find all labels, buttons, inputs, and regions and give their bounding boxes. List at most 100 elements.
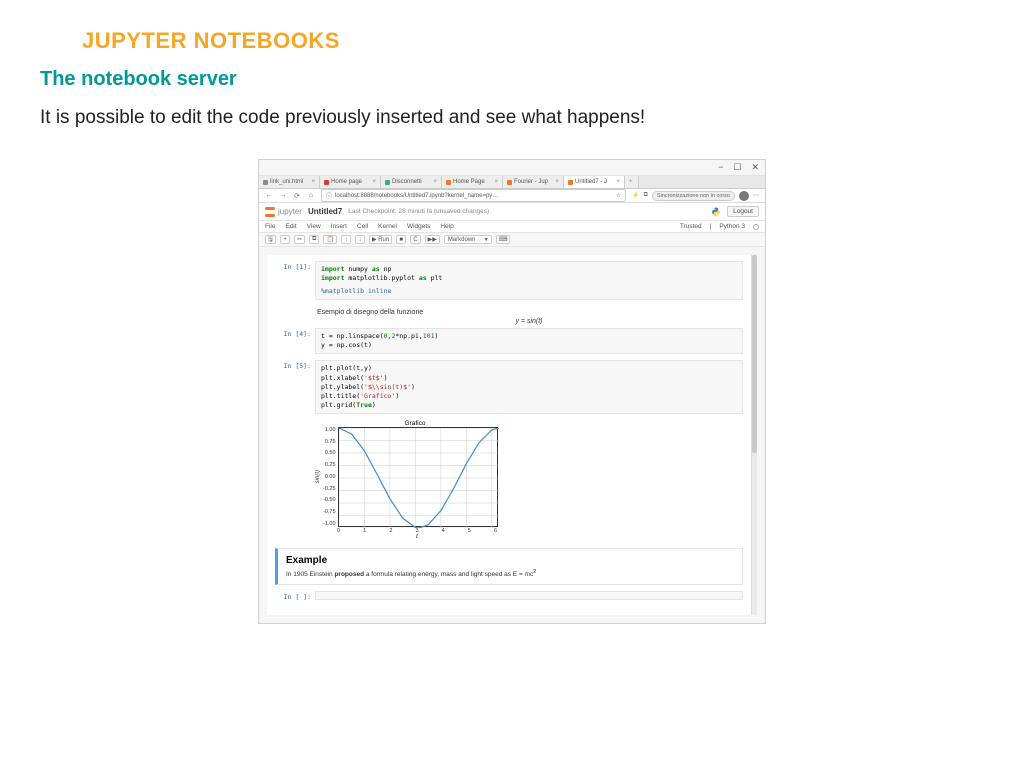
- code-input[interactable]: t = np.linspace(0,2*np.pi,101) y = np.co…: [315, 328, 743, 354]
- scroll-thumb[interactable]: [752, 255, 757, 453]
- reader-icon[interactable]: ⧉: [644, 192, 648, 199]
- more-icon[interactable]: ⋯: [753, 192, 759, 199]
- sync-status[interactable]: Sincronizzazione non in corso: [652, 191, 735, 201]
- maximize-icon[interactable]: ☐: [733, 162, 741, 173]
- save-button[interactable]: 🖫: [265, 235, 276, 244]
- back-button[interactable]: ←: [265, 192, 273, 200]
- menu-kernel[interactable]: Kernel: [378, 223, 397, 230]
- menu-help[interactable]: Help: [440, 223, 453, 230]
- url-text: localhost:8888/notebooks/Untitled7.ipynb…: [335, 193, 498, 199]
- celltype-select[interactable]: Markdown ▾: [444, 235, 492, 244]
- input-prompt: In [4]:: [275, 328, 315, 338]
- equation: y = sin(t): [317, 318, 741, 325]
- stop-button[interactable]: ■: [396, 235, 406, 244]
- jupyter-wordmark: jupyter: [278, 207, 302, 216]
- run-button[interactable]: ▶ Run: [369, 235, 392, 244]
- cut-button[interactable]: ✂: [294, 235, 305, 244]
- close-icon[interactable]: ✕: [751, 162, 759, 173]
- menu-file[interactable]: File: [265, 223, 275, 230]
- copy-button[interactable]: ⧉: [309, 235, 319, 244]
- notebook-body: In [1]: import numpy as np import matplo…: [259, 247, 765, 623]
- plot-area: [338, 427, 498, 527]
- url-input[interactable]: ⓘ localhost:8888/notebooks/Untitled7.ipy…: [321, 189, 626, 202]
- browser-window: − ☐ ✕ link_uni.html × Home page × Disconne…: [258, 159, 766, 624]
- add-cell-button[interactable]: +: [280, 235, 290, 244]
- tab-label: Fourier - Jup: [514, 179, 548, 185]
- notebook-toolbar: 🖫 + ✂ ⧉ 📋 ↑ ↓ ▶ Run ■ C ▶▶ Markdown ▾ ⌨: [259, 233, 765, 247]
- tab-close-icon[interactable]: ×: [433, 179, 437, 185]
- slide-subheading: The notebook server: [40, 68, 984, 91]
- python-icon: [711, 207, 721, 217]
- tab-label: Home Page: [453, 179, 485, 185]
- input-prompt: In [5]:: [275, 360, 315, 370]
- checkpoint-status: Last Checkpoint: 28 minuti fa (unsaved c…: [348, 208, 489, 215]
- chevron-down-icon: ▾: [485, 236, 488, 243]
- run-all-button[interactable]: ▶▶: [425, 235, 440, 244]
- avatar[interactable]: [739, 191, 749, 201]
- y-axis-label: sin(t): [315, 470, 321, 483]
- home-button[interactable]: ⌂: [307, 192, 315, 200]
- scrollbar[interactable]: [751, 255, 757, 615]
- kernel-name[interactable]: Python 3: [719, 223, 745, 230]
- tab-disconnetti[interactable]: Disconnetti ×: [381, 176, 442, 188]
- code-cell[interactable]: In [4]: t = np.linspace(0,2*np.pi,101) y…: [275, 328, 743, 354]
- command-palette-button[interactable]: ⌨: [496, 235, 511, 244]
- minimize-icon[interactable]: −: [718, 162, 723, 173]
- kernel-indicator-icon: [753, 224, 759, 230]
- move-up-button[interactable]: ↑: [341, 235, 351, 244]
- tab-close-icon[interactable]: ×: [555, 179, 559, 185]
- tab-label: Disconnetti: [392, 179, 422, 185]
- tab-close-icon[interactable]: ×: [494, 179, 498, 185]
- code-input[interactable]: import numpy as np import matplotlib.pyp…: [315, 261, 743, 300]
- forward-button[interactable]: →: [279, 192, 287, 200]
- trusted-label: Trusted: [680, 223, 702, 230]
- code-cell[interactable]: In [ ]:: [275, 591, 743, 601]
- notebook-menubar: File Edit View Insert Cell Kernel Widget…: [259, 221, 765, 233]
- menu-insert[interactable]: Insert: [331, 223, 347, 230]
- input-prompt: In [1]:: [275, 261, 315, 271]
- logout-button[interactable]: Logout: [727, 206, 759, 217]
- tab-link-uni[interactable]: link_uni.html ×: [259, 176, 320, 188]
- new-tab-button[interactable]: +: [625, 176, 639, 188]
- slide-title: JUPYTER NOTEBOOKS: [82, 28, 984, 54]
- star-icon[interactable]: ☆: [616, 192, 621, 199]
- tab-untitled7[interactable]: Untitled7 - J ×: [564, 176, 625, 188]
- notebook-header: jupyter Untitled7 Last Checkpoint: 28 mi…: [259, 203, 765, 221]
- paste-button[interactable]: 📋: [323, 235, 336, 244]
- move-down-button[interactable]: ↓: [355, 235, 365, 244]
- menu-cell[interactable]: Cell: [357, 223, 368, 230]
- tab-home-page-1[interactable]: Home page ×: [320, 176, 381, 188]
- code-cell[interactable]: In [1]: import numpy as np import matplo…: [275, 261, 743, 300]
- menu-view[interactable]: View: [307, 223, 321, 230]
- bookmark-icon[interactable]: ⚡: [632, 192, 639, 199]
- tab-label: Home page: [331, 179, 362, 185]
- chart-title: Grafico: [335, 420, 495, 427]
- markdown-output: Esempio di disegno della funzione y = si…: [315, 306, 743, 328]
- tab-fourier[interactable]: Fourier - Jup ×: [503, 176, 564, 188]
- md-text: Esempio di disegno della funzione: [317, 309, 741, 316]
- menu-widgets[interactable]: Widgets: [407, 223, 430, 230]
- info-icon: ⓘ: [326, 191, 332, 200]
- input-prompt: In [ ]:: [275, 591, 315, 601]
- markdown-cell-editing[interactable]: Example In 1905 Einstein proposed a form…: [275, 548, 743, 585]
- slide-body-text: It is possible to edit the code previous…: [40, 107, 984, 129]
- celltype-value: Markdown: [448, 237, 476, 243]
- jupyter-logo[interactable]: jupyter: [265, 207, 302, 217]
- tab-close-icon[interactable]: ×: [616, 179, 620, 185]
- tab-close-icon[interactable]: ×: [372, 179, 376, 185]
- tab-label: Untitled7 - J: [575, 179, 607, 185]
- notebook-title[interactable]: Untitled7: [308, 207, 342, 216]
- address-bar: ← → ⟳ ⌂ ⓘ localhost:8888/notebooks/Untit…: [259, 189, 765, 203]
- menu-edit[interactable]: Edit: [285, 223, 296, 230]
- reload-button[interactable]: ⟳: [293, 192, 301, 200]
- code-input[interactable]: [315, 591, 743, 600]
- restart-button[interactable]: C: [410, 235, 420, 244]
- x-axis-label: t: [337, 534, 497, 540]
- plot-output: Grafico sin(t) 1.000.750.500.250.00-0.25…: [315, 420, 743, 540]
- tab-close-icon[interactable]: ×: [311, 179, 315, 185]
- code-input[interactable]: plt.plot(t,y) plt.xlabel('$t$') plt.ylab…: [315, 360, 743, 413]
- browser-tabs: link_uni.html × Home page × Disconnetti × H…: [259, 176, 765, 189]
- tab-home-page-2[interactable]: Home Page ×: [442, 176, 503, 188]
- code-cell[interactable]: In [5]: plt.plot(t,y) plt.xlabel('$t$') …: [275, 360, 743, 413]
- tab-label: link_uni.html: [270, 179, 303, 185]
